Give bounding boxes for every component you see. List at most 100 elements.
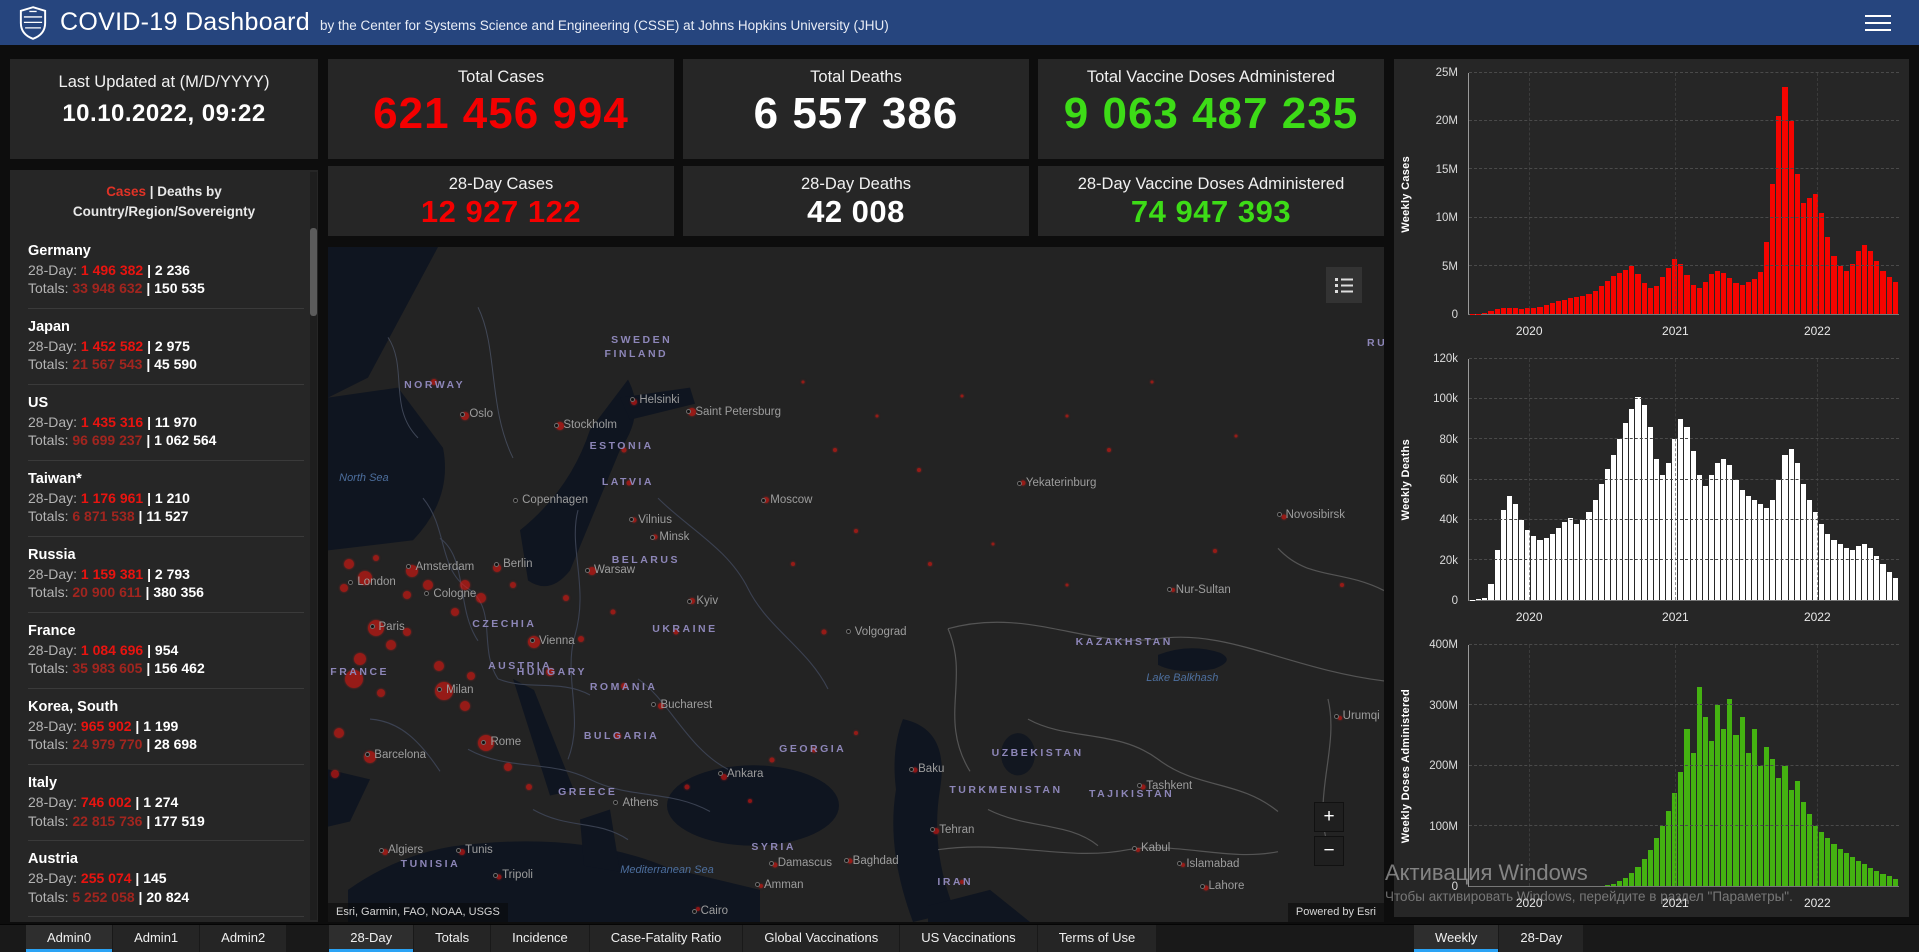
country-28day-line: 28-Day: 1 435 316 | 11 970 [28, 413, 197, 430]
tab-us-vaccinations[interactable]: US Vaccinations [900, 925, 1037, 952]
chart-bar [1837, 265, 1843, 314]
chart-bar [1555, 301, 1561, 314]
chart-bar [1604, 469, 1610, 600]
last-updated-label: Last Updated at (M/D/YYYY) [58, 73, 270, 91]
layer-list-icon[interactable] [1326, 267, 1362, 303]
map-label-milan: Milan [437, 684, 474, 696]
country-row[interactable]: Russia 28-Day: 1 159 381 | 2 793 Totals: 2… [28, 535, 304, 612]
case-bubble [331, 769, 340, 778]
tab-incidence[interactable]: Incidence [491, 925, 589, 952]
chart-bar [1555, 527, 1561, 600]
chart-bar [1666, 810, 1672, 886]
tab-weekly[interactable]: Weekly [1414, 925, 1499, 952]
tab-global-vaccinations[interactable]: Global Vaccinations [743, 925, 900, 952]
chart-bar [1843, 270, 1849, 314]
tab-28-day[interactable]: 28-Day [329, 925, 414, 952]
chart-bar [1770, 499, 1776, 600]
city-dot [424, 591, 430, 597]
chart-bar [1635, 866, 1641, 886]
chart-bar [1684, 729, 1690, 886]
country-row[interactable]: Austria 28-Day: 255 074 | 145 Totals: 5 25… [28, 840, 304, 916]
chart-bar [1641, 283, 1647, 314]
country-row[interactable]: France 28-Day: 1 084 696 | 954 Totals: 35 … [28, 611, 304, 688]
scrollbar[interactable] [310, 172, 317, 920]
tab-admin2[interactable]: Admin2 [200, 925, 287, 952]
tab-case-fatality-ratio[interactable]: Case-Fatality Ratio [589, 925, 743, 952]
case-bubble [353, 652, 366, 665]
chart-bar [1819, 523, 1825, 600]
chart-bar [1488, 583, 1494, 600]
tab-admin0[interactable]: Admin0 [26, 925, 113, 952]
map-label-iran: IRAN [937, 875, 974, 888]
map-label-barcelona: Barcelona [365, 749, 426, 761]
stat-label: 28-Day Cases [448, 175, 554, 193]
country-row[interactable]: Brazil28-Day: 190 494 | 1 893Totals: 34 … [28, 916, 304, 922]
chart-bar [1659, 475, 1665, 600]
y-tick: 100k [1433, 393, 1458, 406]
chart-bar [1751, 279, 1757, 314]
country-row[interactable]: Japan 28-Day: 1 452 582 | 2 975 Totals: 21… [28, 307, 304, 384]
map-zoom-in-button[interactable]: + [1314, 802, 1344, 832]
menu-icon[interactable] [1865, 14, 1891, 31]
city-dot [365, 752, 371, 758]
chart-bar [1825, 236, 1831, 314]
stat-label: Total Deaths [810, 68, 902, 86]
map-label-stockholm: Stockholm [554, 419, 617, 431]
year-gridline [1817, 73, 1819, 314]
scrollbar-thumb[interactable] [310, 228, 317, 316]
chart-bar [1733, 479, 1739, 600]
chart-bar [1794, 780, 1800, 886]
chart-bar [1512, 308, 1518, 314]
chart-bar [1653, 286, 1659, 314]
stat-card: 28-Day Deaths 42 008 [683, 166, 1029, 236]
case-bubble [476, 593, 487, 603]
tab-terms-of-use[interactable]: Terms of Use [1037, 925, 1157, 952]
case-bubble [917, 467, 922, 472]
chart-bar [1684, 275, 1690, 314]
chart-bar [1494, 549, 1500, 600]
chart-bar [1855, 545, 1861, 600]
country-totals-line: Totals: 5 252 058 | 20 824 [28, 888, 190, 905]
map-label-uzbekistan: UZBEKISTAN [991, 747, 1084, 760]
chart-bar [1868, 867, 1874, 886]
country-row[interactable]: Korea, South 28-Day: 965 902 | 1 199 Total… [28, 687, 304, 764]
country-list-panel: Cases | Deaths by Country/Region/Soverei… [10, 170, 318, 922]
chart-bar [1764, 507, 1770, 600]
tab-28-day[interactable]: 28-Day [1499, 925, 1584, 952]
chart-bar [1874, 870, 1880, 886]
case-bubble [801, 380, 805, 384]
y-tick: 15M [1435, 163, 1458, 176]
country-row[interactable]: Germany 28-Day: 1 496 382 | 2 236 Totals: … [28, 233, 304, 308]
map-label-syria: SYRIA [751, 841, 796, 854]
chart-bar [1794, 174, 1800, 314]
weekly-doses-chart: Weekly Doses Administered 0 100M 200M 300M 4… [1394, 631, 1909, 917]
year-gridline [1817, 645, 1819, 886]
case-bubble [875, 414, 879, 418]
y-tick: 5M [1442, 260, 1458, 273]
chart-bar [1800, 483, 1806, 600]
map-zoom-out-button[interactable]: − [1314, 836, 1344, 866]
chart-bar [1635, 397, 1641, 600]
case-bubble [1213, 548, 1218, 553]
chart-bar [1739, 489, 1745, 600]
country-row[interactable]: US 28-Day: 1 435 316 | 11 970 Totals: 96 6… [28, 383, 304, 460]
city-dot [930, 826, 936, 832]
chart-bar [1874, 555, 1880, 600]
stat-card: Total Vaccine Doses Administered 9 063 48… [1038, 59, 1384, 159]
chart-bar [1684, 427, 1690, 600]
tab-totals[interactable]: Totals [414, 925, 491, 952]
case-bubble [562, 595, 569, 601]
chart-bar [1708, 475, 1714, 600]
tab-admin1[interactable]: Admin1 [113, 925, 200, 952]
city-dot [687, 598, 693, 604]
stat-value: 12 927 122 [420, 194, 582, 229]
world-map[interactable]: SWEDEN FINLAND NORWAY ESTONIA LATVIA BELARUS U… [328, 247, 1384, 922]
gridline [1469, 120, 1899, 122]
chart-bar [1678, 263, 1684, 314]
country-row[interactable]: Italy 28-Day: 746 002 | 1 274 Totals: 22 8… [28, 763, 304, 840]
gridline [1469, 168, 1899, 170]
case-bubble [344, 559, 355, 570]
country-totals-line: Totals: 20 900 611 | 380 356 [28, 584, 204, 601]
country-row[interactable]: Taiwan* 28-Day: 1 176 961 | 1 210 Totals: … [28, 459, 304, 536]
chart-bar [1500, 509, 1506, 600]
